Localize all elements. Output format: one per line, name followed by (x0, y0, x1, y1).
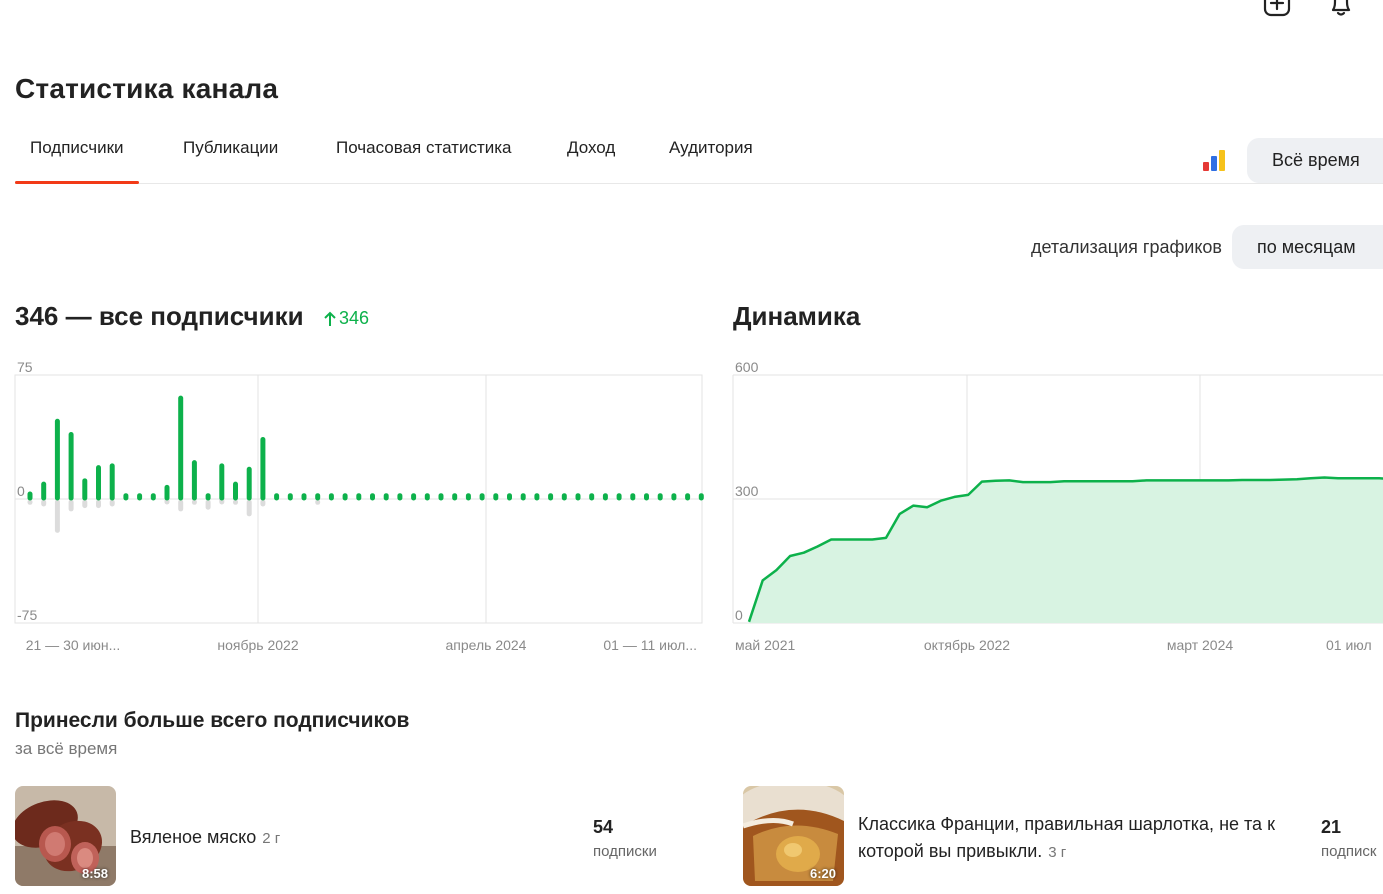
subscribers-growth-value: 346 (339, 308, 370, 328)
video-title-text: Вяленое мяско (130, 827, 257, 847)
x-tick-label: 01 — 11 июл... (603, 637, 697, 653)
y-tick-label: 600 (735, 359, 759, 375)
stats-color-icon (1203, 150, 1225, 171)
subscriber-count: 54 (593, 817, 614, 837)
video-thumbnail[interactable]: 8:58 (15, 786, 116, 886)
y-tick-label: -75 (17, 607, 37, 623)
page-title: Статистика канала (15, 73, 279, 104)
video-title[interactable]: Классика Франции, правильная шарлотка, н… (858, 811, 1303, 866)
video-duration: 6:20 (809, 866, 836, 881)
subscribers-title: 346 — все подписчики (15, 301, 304, 331)
detail-select[interactable]: по месяцам (1232, 225, 1383, 269)
x-tick-label: апрель 2024 (446, 637, 527, 653)
dynamics-title: Динамика (733, 301, 861, 331)
tab-hourly-stats[interactable]: Почасовая статистика (321, 138, 527, 183)
x-tick-label: март 2024 (1167, 637, 1234, 653)
subscriber-count: 21 (1321, 817, 1342, 837)
create-post-icon[interactable] (1262, 0, 1292, 18)
video-age: 2 г (262, 830, 281, 847)
period-select[interactable]: Всё время (1247, 138, 1383, 183)
subscriber-count-unit: подписк (1321, 843, 1377, 860)
dynamics-area-chart-svg: 600 300 0 май 2021 октябрь 2022 март 2024 01 и… (732, 359, 1383, 653)
video-title-text: Классика Франции, правильная шарлотка, н… (858, 814, 1275, 861)
header-actions (1262, 0, 1383, 18)
period-select-value: Всё время (1272, 150, 1360, 170)
y-tick-label: 300 (735, 483, 759, 499)
subscribers-growth: 346 (323, 308, 369, 329)
video-duration: 8:58 (81, 866, 108, 881)
stats-tabs: Подписчики Публикации Почасовая статисти… (15, 130, 1383, 184)
y-tick-label: 0 (17, 483, 25, 499)
y-tick-label: 75 (17, 359, 33, 375)
subscribers-bar-chart: 75 0 -75 21 — 30 июн... ноябрь 2022 апрель 20… (14, 355, 705, 655)
subscribers-bar-chart-svg: 75 0 -75 21 — 30 июн... ноябрь 2022 апрель 20… (14, 359, 704, 653)
x-tick-label: ноябрь 2022 (217, 637, 298, 653)
top-section-title: Принесли больше всего подписчиков (15, 709, 410, 732)
dynamics-area-chart: 600 300 0 май 2021 октябрь 2022 март 2024 01 и… (732, 355, 1383, 655)
video-title[interactable]: Вяленое мяско 2 г (130, 824, 570, 852)
detail-label: детализация графиков (1030, 237, 1222, 257)
y-tick-label: 0 (735, 607, 743, 623)
top-section-caption: за всё время (15, 739, 118, 758)
tab-audience[interactable]: Аудитория (654, 138, 768, 183)
arrow-up-icon (324, 311, 336, 326)
tab-subscribers[interactable]: Подписчики (15, 138, 139, 184)
x-tick-label: 21 — 30 июн... (26, 637, 121, 653)
top-item[interactable]: 8:58 Вяленое мяско 2 г 54 подписки (15, 786, 705, 886)
tab-income[interactable]: Доход (552, 138, 630, 183)
tab-publications[interactable]: Публикации (168, 138, 293, 183)
subscriber-count-unit: подписки (593, 843, 657, 860)
detail-select-value: по месяцам (1257, 236, 1356, 257)
x-tick-label: май 2021 (735, 637, 795, 653)
video-thumbnail[interactable]: 6:20 (743, 786, 844, 886)
video-age: 3 г (1048, 844, 1067, 861)
x-tick-label: октябрь 2022 (924, 637, 1010, 653)
x-tick-label: 01 июл (1326, 637, 1372, 653)
bell-icon[interactable] (1326, 0, 1356, 18)
top-item[interactable]: 6:20 Классика Франции, правильная шарлот… (743, 786, 1383, 886)
